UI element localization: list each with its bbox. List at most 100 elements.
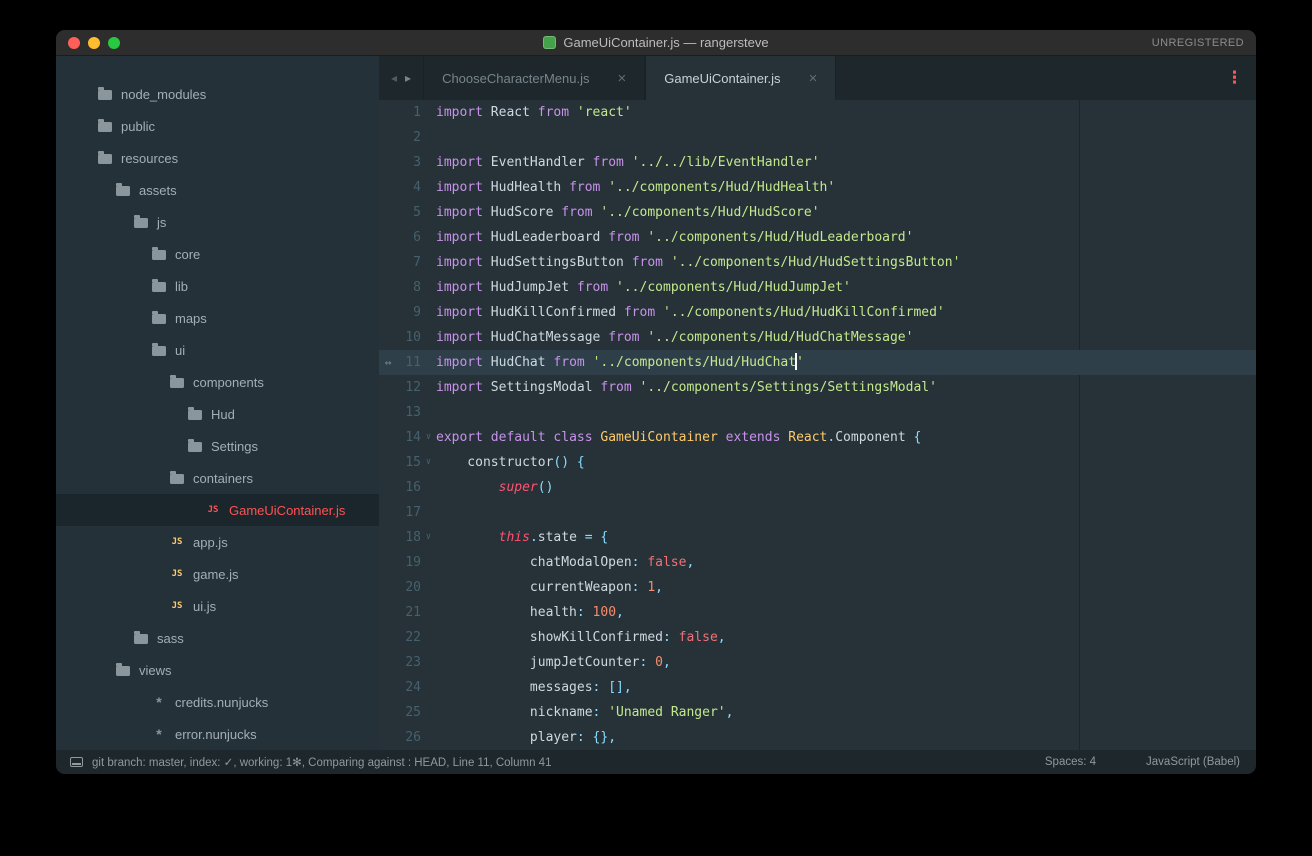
sidebar-item-node-modules[interactable]: node_modules xyxy=(56,78,379,110)
zoom-window-button[interactable] xyxy=(108,37,120,49)
sidebar-item-ui-js[interactable]: JSui.js xyxy=(56,590,379,622)
code-line-23[interactable]: 23 jumpJetCounter: 0, xyxy=(379,650,1256,675)
sidebar-item-label: containers xyxy=(193,471,253,486)
sidebar-item-gameuicontainer-js[interactable]: JSGameUiContainer.js xyxy=(56,494,379,526)
code-text: chatModalOpen: false, xyxy=(436,550,694,575)
code-line-25[interactable]: 25 nickname: 'Unamed Ranger', xyxy=(379,700,1256,725)
fold-spacer xyxy=(421,225,436,250)
code-editor[interactable]: 1import React from 'react'23import Event… xyxy=(379,100,1256,750)
code-line-13[interactable]: 13 xyxy=(379,400,1256,425)
code-line-9[interactable]: 9import HudKillConfirmed from '../compon… xyxy=(379,300,1256,325)
code-token: this xyxy=(499,530,530,545)
sidebar-item-hud[interactable]: Hud xyxy=(56,398,379,430)
code-token: jumpJetCounter xyxy=(436,655,640,670)
code-line-7[interactable]: 7import HudSettingsButton from '../compo… xyxy=(379,250,1256,275)
code-line-4[interactable]: 4import HudHealth from '../components/Hu… xyxy=(379,175,1256,200)
code-token: React xyxy=(788,430,827,445)
fold-spacer xyxy=(421,275,436,300)
code-token: , xyxy=(616,605,624,620)
code-line-11[interactable]: ↔11import HudChat from '../components/Hu… xyxy=(379,350,1256,375)
line-number: 22 xyxy=(397,625,421,650)
code-line-21[interactable]: 21 health: 100, xyxy=(379,600,1256,625)
code-token: , xyxy=(718,630,726,645)
code-line-10[interactable]: 10import HudChatMessage from '../compone… xyxy=(379,325,1256,350)
sidebar-file-tree[interactable]: node_modulespublicresourcesassetsjscorel… xyxy=(56,56,379,750)
tab-close-icon[interactable]: × xyxy=(809,71,818,86)
code-line-1[interactable]: 1import React from 'react' xyxy=(379,100,1256,125)
line-number: 5 xyxy=(397,200,421,225)
folder-icon xyxy=(152,282,166,292)
sidebar-item-assets[interactable]: assets xyxy=(56,174,379,206)
code-line-26[interactable]: 26 player: {}, xyxy=(379,725,1256,750)
sidebar-item-settings[interactable]: Settings xyxy=(56,430,379,462)
window-titlebar[interactable]: GameUiContainer.js — rangersteve UNREGIS… xyxy=(56,30,1256,56)
sidebar-item-game-js[interactable]: JSgame.js xyxy=(56,558,379,590)
sidebar-item-credits-nunjucks[interactable]: *credits.nunjucks xyxy=(56,686,379,718)
sidebar-item-lib[interactable]: lib xyxy=(56,270,379,302)
fold-arrow-icon[interactable]: ∨ xyxy=(421,425,436,450)
tab-choosecharactermenu-js[interactable]: ChooseCharacterMenu.js × xyxy=(423,56,645,100)
sidebar-item-core[interactable]: core xyxy=(56,238,379,270)
line-number: 2 xyxy=(397,125,421,150)
document-icon xyxy=(543,36,556,49)
code-token: = xyxy=(585,530,593,545)
code-line-14[interactable]: 14∨export default class GameUiContainer … xyxy=(379,425,1256,450)
tab-gameuicontainer-js[interactable]: GameUiContainer.js× xyxy=(645,56,836,100)
sidebar-item-sass[interactable]: sass xyxy=(56,622,379,654)
sidebar-item-app-js[interactable]: JSapp.js xyxy=(56,526,379,558)
tab-label: ChooseCharacterMenu.js xyxy=(442,71,589,86)
code-token: { xyxy=(577,455,585,470)
fold-arrow-icon[interactable]: ∨ xyxy=(421,450,436,475)
code-line-6[interactable]: 6import HudLeaderboard from '../componen… xyxy=(379,225,1256,250)
syntax-selector[interactable]: JavaScript (Babel) xyxy=(1146,756,1240,768)
code-line-17[interactable]: 17 xyxy=(379,500,1256,525)
sidebar-item-containers[interactable]: containers xyxy=(56,462,379,494)
sidebar-item-label: Hud xyxy=(211,407,235,422)
sidebar-item-resources[interactable]: resources xyxy=(56,142,379,174)
code-token: from xyxy=(569,180,600,195)
sidebar-item-views[interactable]: views xyxy=(56,654,379,686)
sidebar-item-label: GameUiContainer.js xyxy=(229,503,345,518)
code-line-12[interactable]: 12import SettingsModal from '../componen… xyxy=(379,375,1256,400)
code-text: import EventHandler from '../../lib/Even… xyxy=(436,150,820,175)
code-line-5[interactable]: 5import HudScore from '../components/Hud… xyxy=(379,200,1256,225)
fold-arrow-icon[interactable]: ∨ xyxy=(421,525,436,550)
sidebar-item-maps[interactable]: maps xyxy=(56,302,379,334)
gutter-spacer xyxy=(379,550,397,575)
status-panel-icon[interactable] xyxy=(70,757,83,767)
code-token: () xyxy=(538,480,554,495)
close-window-button[interactable] xyxy=(68,37,80,49)
code-token: export xyxy=(436,430,483,445)
code-token: . xyxy=(530,530,538,545)
sidebar-item-ui[interactable]: ui xyxy=(56,334,379,366)
code-line-20[interactable]: 20 currentWeapon: 1, xyxy=(379,575,1256,600)
line-number: 18 xyxy=(397,525,421,550)
code-line-19[interactable]: 19 chatModalOpen: false, xyxy=(379,550,1256,575)
fold-spacer xyxy=(421,100,436,125)
code-line-2[interactable]: 2 xyxy=(379,125,1256,150)
sidebar-item-public[interactable]: public xyxy=(56,110,379,142)
tab-close-icon[interactable]: × xyxy=(617,71,626,86)
minimize-window-button[interactable] xyxy=(88,37,100,49)
code-line-18[interactable]: 18∨ this.state = { xyxy=(379,525,1256,550)
code-line-8[interactable]: 8import HudJumpJet from '../components/H… xyxy=(379,275,1256,300)
code-text: player: {}, xyxy=(436,725,616,750)
code-line-3[interactable]: 3import EventHandler from '../../lib/Eve… xyxy=(379,150,1256,175)
code-text: super() xyxy=(436,475,553,500)
code-line-24[interactable]: 24 messages: [], xyxy=(379,675,1256,700)
code-line-15[interactable]: 15∨ constructor() { xyxy=(379,450,1256,475)
line-number: 1 xyxy=(397,100,421,125)
code-text: import HudChat from '../components/Hud/H… xyxy=(436,350,804,375)
fold-spacer xyxy=(421,175,436,200)
sidebar-item-js[interactable]: js xyxy=(56,206,379,238)
line-number: 20 xyxy=(397,575,421,600)
indentation-setting[interactable]: Spaces: 4 xyxy=(1045,756,1096,768)
tab-scroll-right-icon[interactable]: ▸ xyxy=(405,71,411,85)
sidebar-item-error-nunjucks[interactable]: *error.nunjucks xyxy=(56,718,379,750)
code-line-16[interactable]: 16 super() xyxy=(379,475,1256,500)
tab-overflow-menu-icon[interactable]: ⋮ xyxy=(1213,56,1256,100)
sidebar-item-components[interactable]: components xyxy=(56,366,379,398)
tab-scroll-left-icon[interactable]: ◂ xyxy=(391,71,397,85)
sidebar-item-label: views xyxy=(139,663,172,678)
code-line-22[interactable]: 22 showKillConfirmed: false, xyxy=(379,625,1256,650)
